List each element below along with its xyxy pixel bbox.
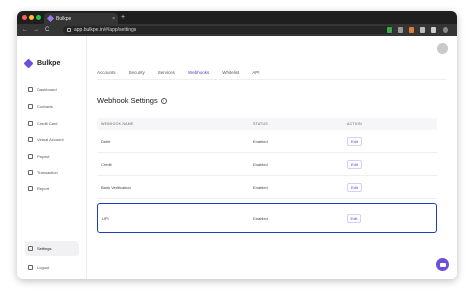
sidebar-item-label: Dashboard — [37, 86, 57, 92]
sidebar-item-transaction[interactable]: Transaction — [25, 166, 79, 178]
edit-button[interactable]: Edit — [347, 136, 362, 146]
sidebar: Bulkpe Dashboard Contacts Credit Card Vi… — [17, 36, 87, 279]
webhook-name: Credit — [101, 161, 112, 167]
edit-button[interactable]: Edit — [347, 182, 362, 192]
site-info-icon[interactable] — [67, 28, 71, 32]
sidebar-item-label: Report — [37, 185, 50, 191]
webhook-status: Enabled — [253, 138, 268, 144]
sidebar-item-virtual-account[interactable]: Virtual Account — [25, 133, 79, 145]
info-icon[interactable]: i — [160, 97, 167, 104]
app-root: Bulkpe Dashboard Contacts Credit Card Vi… — [17, 36, 457, 279]
column-header-action: ACTION — [347, 122, 362, 126]
page-title: Webhook Settings — [97, 96, 158, 105]
webhook-name: Bank Verification — [101, 184, 131, 190]
brand-name: Bulkpe — [37, 60, 61, 67]
table-row: Bank Verification Enabled Edit — [97, 176, 437, 199]
tabs-divider — [97, 79, 447, 80]
extension-icon[interactable] — [398, 27, 403, 33]
table-header: WEBHOOK NAME STATUS ACTION — [97, 118, 437, 130]
sidebar-item-contacts[interactable]: Contacts — [25, 100, 79, 112]
logout-icon — [28, 264, 33, 270]
contacts-icon — [28, 103, 33, 109]
browser-tab[interactable]: Bulkpe × — [44, 13, 118, 24]
virtual-account-icon — [28, 136, 33, 142]
table-row: Debit Enabled Edit — [97, 130, 437, 153]
payout-icon — [28, 153, 33, 159]
address-bar[interactable]: app.bulkpe.in/#/app/settings — [63, 26, 393, 34]
gear-icon — [28, 246, 33, 251]
chat-bubble-icon — [439, 262, 446, 267]
dashboard-icon — [28, 86, 33, 92]
column-header-name: WEBHOOK NAME — [101, 122, 134, 126]
webhook-name: Debit — [101, 138, 111, 144]
report-icon — [28, 185, 33, 191]
webhook-status: Enabled — [253, 161, 268, 167]
sidebar-item-payout[interactable]: Payout — [25, 150, 79, 162]
new-tab-button[interactable]: + — [121, 13, 125, 22]
credit-card-icon — [28, 120, 33, 126]
transaction-icon — [28, 169, 33, 175]
table-row-highlighted: UPI Enabled Edit — [97, 203, 437, 233]
edit-button[interactable]: Edit — [347, 159, 362, 169]
avatar[interactable] — [437, 43, 448, 54]
sidebar-item-label: Settings — [37, 246, 52, 251]
back-icon[interactable]: ← — [22, 26, 28, 34]
url-text: app.bulkpe.in/#/app/settings — [74, 27, 137, 33]
reload-icon[interactable]: C — [45, 26, 49, 34]
extension-icon[interactable] — [409, 27, 414, 33]
webhook-status: Enabled — [253, 215, 268, 221]
main-content: Accounts Security Services Webhooks Whit… — [87, 36, 457, 279]
maximize-window-button[interactable] — [36, 15, 41, 20]
webhook-name: UPI — [102, 215, 109, 221]
browser-window: Bulkpe × + ← → C app.bulkpe.in/#/app/set… — [17, 11, 457, 279]
browser-tab-title: Bulkpe — [56, 15, 72, 22]
edit-button[interactable]: Edit — [346, 213, 362, 223]
webhook-status: Enabled — [253, 184, 268, 190]
column-header-status: STATUS — [253, 122, 268, 126]
sidebar-item-credit-card[interactable]: Credit Card — [25, 117, 79, 129]
sidebar-item-report[interactable]: Report — [25, 182, 79, 194]
minimize-window-button[interactable] — [29, 15, 34, 20]
page-header: Webhook Settings i — [97, 96, 167, 105]
bulkpe-favicon-icon — [46, 14, 55, 23]
forward-icon[interactable]: → — [33, 26, 39, 34]
sidebar-item-settings[interactable]: Settings — [25, 241, 79, 256]
sidebar-item-logout[interactable]: Logout — [25, 261, 79, 273]
sidebar-item-dashboard[interactable]: Dashboard — [25, 83, 79, 95]
close-tab-icon[interactable]: × — [112, 16, 115, 22]
sidebar-item-label: Logout — [37, 264, 50, 270]
sidebar-toggle-icon[interactable] — [431, 27, 436, 33]
extensions-puzzle-icon[interactable] — [420, 27, 425, 33]
browser-tab-bar: Bulkpe × + — [17, 11, 457, 24]
bulkpe-logo-icon — [23, 58, 34, 69]
extension-icon[interactable] — [387, 27, 392, 33]
address-bar-row: ← → C app.bulkpe.in/#/app/settings — [17, 24, 457, 36]
chat-support-button[interactable] — [436, 258, 449, 271]
close-window-button[interactable] — [22, 15, 27, 20]
table-row: Credit Enabled Edit — [97, 153, 437, 176]
sidebar-item-label: Credit Card — [37, 120, 58, 126]
profile-icon[interactable] — [443, 27, 448, 33]
sidebar-item-label: Transaction — [37, 169, 58, 175]
brand[interactable]: Bulkpe — [23, 58, 61, 69]
sidebar-item-label: Contacts — [37, 103, 53, 109]
sidebar-item-label: Virtual Account — [37, 136, 64, 142]
webhook-table: WEBHOOK NAME STATUS ACTION Debit Enabled… — [97, 118, 437, 233]
sidebar-item-label: Payout — [37, 153, 50, 159]
